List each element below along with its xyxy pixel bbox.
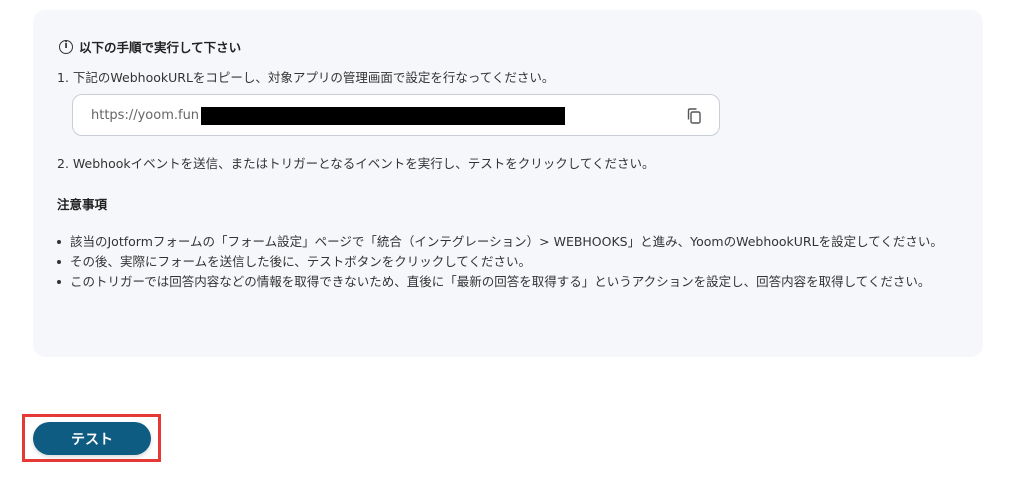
- list-item: 該当のJotformフォームの「フォーム設定」ページで「統合（インテグレーション…: [57, 232, 967, 252]
- list-item: このトリガーでは回答内容などの情報を取得できないため、直後に「最新の回答を取得す…: [57, 272, 967, 292]
- list-item: その後、実際にフォームを送信した後に、テストボタンをクリックしてください。: [57, 252, 967, 272]
- instructions-panel: i 以下の手順で実行して下さい 1. 下記のWebhookURLをコピーし、対象…: [33, 10, 983, 357]
- notes-list: 該当のJotformフォームの「フォーム設定」ページで「統合（インテグレーション…: [57, 232, 967, 292]
- redacted-url-block: [201, 107, 565, 125]
- instructions-title: 以下の手順で実行して下さい: [79, 40, 242, 55]
- step-2-text: 2. Webhookイベントを送信、またはトリガーとなるイベントを実行し、テスト…: [57, 156, 655, 171]
- copy-icon[interactable]: [685, 107, 703, 125]
- webhook-url-text: https://yoom.fun: [91, 108, 200, 123]
- webhook-url-field[interactable]: https://yoom.fun: [72, 94, 720, 136]
- instructions-header: i 以下の手順で実行して下さい: [59, 37, 241, 56]
- notes-title: 注意事項: [57, 197, 108, 212]
- test-button[interactable]: テスト: [33, 422, 151, 455]
- info-icon: i: [59, 39, 73, 54]
- step-1-text: 1. 下記のWebhookURLをコピーし、対象アプリの管理画面で設定を行なって…: [57, 70, 555, 85]
